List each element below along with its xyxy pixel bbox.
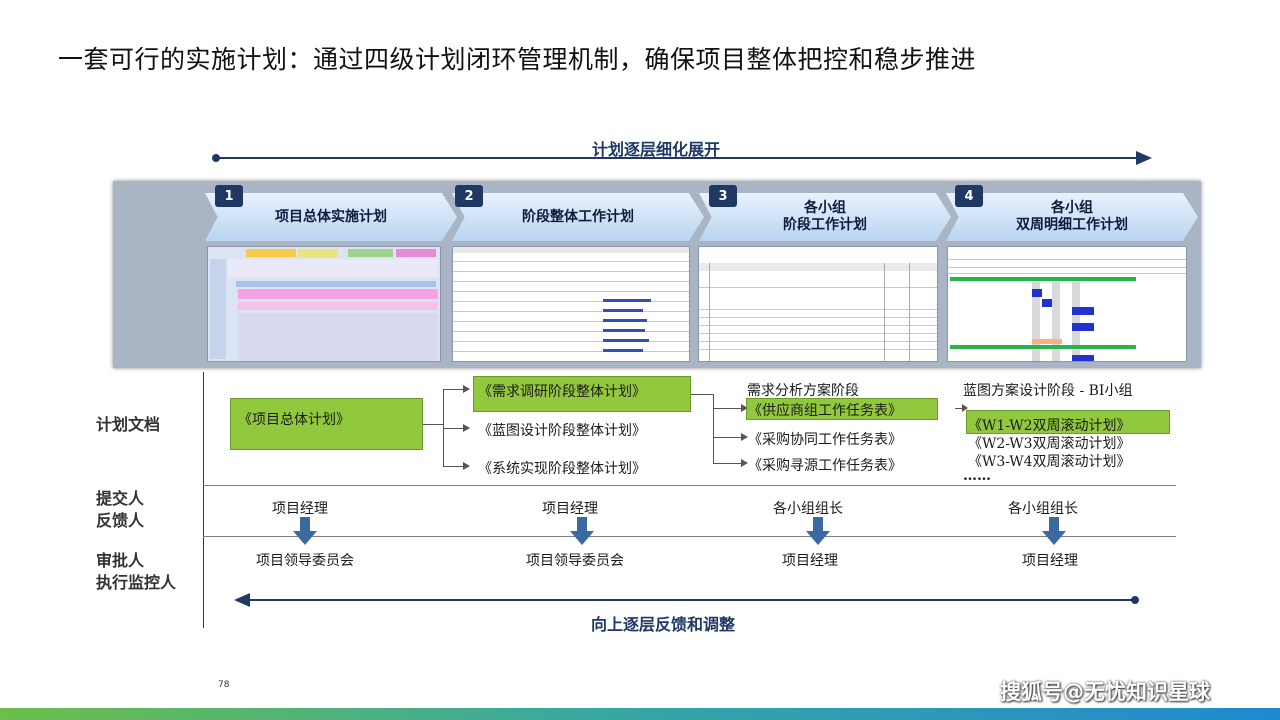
approver-4: 项目经理: [1022, 553, 1078, 569]
doc-stage-plan-3[interactable]: 《系统实现阶段整体计划》: [478, 458, 646, 478]
connector: [713, 394, 714, 464]
watermark: 搜狐号@无忧知识星球: [1000, 680, 1210, 704]
doc-biweekly-2[interactable]: 《W2-W3双周滚动计划》: [968, 433, 1131, 453]
connector-arrow-icon: [463, 462, 470, 470]
row-label-docs: 计划文档: [96, 415, 161, 434]
row-label-submitter: 提交人 反馈人: [96, 489, 145, 530]
stage-1-thumbnail: [207, 246, 441, 362]
approver-3: 项目经理: [782, 553, 838, 569]
down-arrow-icon: [293, 517, 317, 545]
stage-1-number: 1: [215, 185, 243, 207]
stage-2-chevron: 阶段整体工作计划: [452, 193, 704, 241]
bottom-gradient-bar: [0, 708, 1280, 720]
connector-arrow-icon: [463, 385, 470, 393]
stage-2-label: 阶段整体工作计划: [522, 208, 634, 225]
doc-col3-header: 需求分析方案阶段: [747, 383, 859, 399]
stage-4-thumbnail: [947, 246, 1187, 362]
row-label-approver: 审批人 执行监控人: [96, 551, 177, 592]
connector: [691, 394, 713, 395]
stage-4-label: 各小组 双周明细工作计划: [1016, 200, 1128, 233]
page-number: 78: [218, 680, 230, 690]
connector-arrow-icon: [741, 459, 748, 467]
bottom-arrow-end-dot: [1131, 596, 1139, 604]
stage-4-number: 4: [955, 185, 983, 207]
row-separator-1: [203, 485, 1176, 486]
connector-arrow-icon: [463, 424, 470, 432]
approver-1: 项目领导委员会: [256, 553, 354, 569]
top-arrow-head-icon: [1136, 151, 1152, 165]
submitter-1: 项目经理: [272, 501, 328, 517]
connector: [423, 424, 443, 425]
bottom-arrow-label: 向上逐层反馈和调整: [591, 615, 736, 634]
down-arrow-icon: [570, 517, 594, 545]
bottom-arrow-line: [248, 599, 1134, 601]
connector: [713, 463, 741, 464]
connector: [713, 437, 741, 438]
doc-col4-header: 蓝图方案设计阶段 - BI小组: [963, 383, 1133, 399]
stage-2-thumbnail: [452, 246, 690, 362]
connector: [443, 466, 463, 467]
doc-group-task-3[interactable]: 《采购寻源工作任务表》: [748, 455, 902, 475]
approver-2: 项目领导委员会: [526, 553, 624, 569]
submitter-2: 项目经理: [542, 501, 598, 517]
down-arrow-icon: [806, 517, 830, 545]
left-vertical-divider: [203, 372, 204, 628]
stage-3-label: 各小组 阶段工作计划: [783, 200, 867, 233]
slide-title: 一套可行的实施计划：通过四级计划闭环管理机制，确保项目整体把控和稳步推进: [58, 45, 977, 74]
row-separator-2: [203, 536, 1176, 537]
doc-overall-plan[interactable]: 《项目总体计划》: [238, 409, 350, 429]
stage-2-number: 2: [455, 185, 483, 207]
stage-4-chevron: 各小组 双周明细工作计划: [946, 193, 1198, 241]
connector-arrow-icon: [741, 433, 748, 441]
stage-3-thumbnail: [698, 246, 938, 362]
submitter-4: 各小组组长: [1008, 501, 1078, 517]
doc-biweekly-3[interactable]: 《W3-W4双周滚动计划》: [968, 451, 1131, 471]
doc-group-task-2[interactable]: 《采购协同工作任务表》: [748, 429, 902, 449]
connector: [713, 408, 741, 409]
doc-stage-plan-1[interactable]: 《需求调研阶段整体计划》: [478, 381, 646, 401]
doc-group-task-1[interactable]: 《供应商组工作任务表》: [748, 400, 902, 420]
connector: [443, 428, 463, 429]
doc-stage-plan-2[interactable]: 《蓝图设计阶段整体计划》: [478, 420, 646, 440]
doc-biweekly-more: ……: [963, 468, 991, 484]
top-arrow-line: [216, 157, 1140, 159]
down-arrow-icon: [1042, 517, 1066, 545]
doc-biweekly-1[interactable]: 《W1-W2双周滚动计划》: [968, 415, 1131, 435]
stage-3-number: 3: [709, 185, 737, 207]
stage-1-label: 项目总体实施计划: [275, 208, 387, 225]
submitter-3: 各小组组长: [773, 501, 843, 517]
connector: [443, 389, 463, 390]
